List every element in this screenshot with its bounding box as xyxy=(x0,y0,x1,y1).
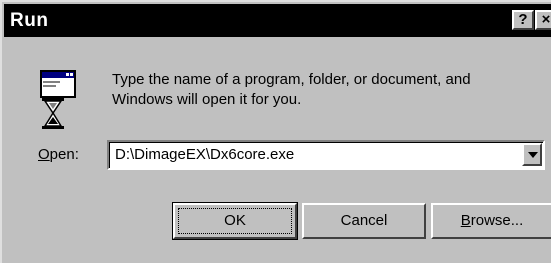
open-label-rest: pen: xyxy=(49,146,79,163)
help-button[interactable]: ? xyxy=(512,10,534,30)
window-hourglass-icon xyxy=(40,70,76,129)
instruction-line-1: Type the name of a program, folder, or d… xyxy=(112,71,471,88)
open-label: Open: xyxy=(38,146,79,163)
run-program-icon xyxy=(40,70,76,130)
ok-button[interactable]: OK xyxy=(172,202,298,240)
instruction-line-2: Windows will open it for you. xyxy=(112,91,302,108)
chevron-down-icon[interactable] xyxy=(522,143,542,166)
open-label-accelerator: O xyxy=(38,146,50,163)
browse-button[interactable]: Browse... xyxy=(431,203,551,239)
browse-button-label: rowse... xyxy=(470,212,524,229)
cancel-button-label: Cancel xyxy=(340,212,388,229)
browse-accelerator: B xyxy=(460,212,471,229)
close-button[interactable]: × xyxy=(535,10,551,30)
open-combobox[interactable]: D:\DimageEX\Dx6core.exe xyxy=(107,140,545,170)
instruction-text: Type the name of a program, folder, or d… xyxy=(112,70,542,110)
run-dialog: Run ? × Type the name of a program, fold… xyxy=(0,0,551,263)
title-bar[interactable]: Run ? × xyxy=(4,4,551,37)
ok-button-label: OK xyxy=(224,212,246,229)
window-title: Run xyxy=(10,10,49,31)
cancel-button[interactable]: Cancel xyxy=(302,203,426,239)
open-input[interactable]: D:\DimageEX\Dx6core.exe xyxy=(115,146,294,163)
